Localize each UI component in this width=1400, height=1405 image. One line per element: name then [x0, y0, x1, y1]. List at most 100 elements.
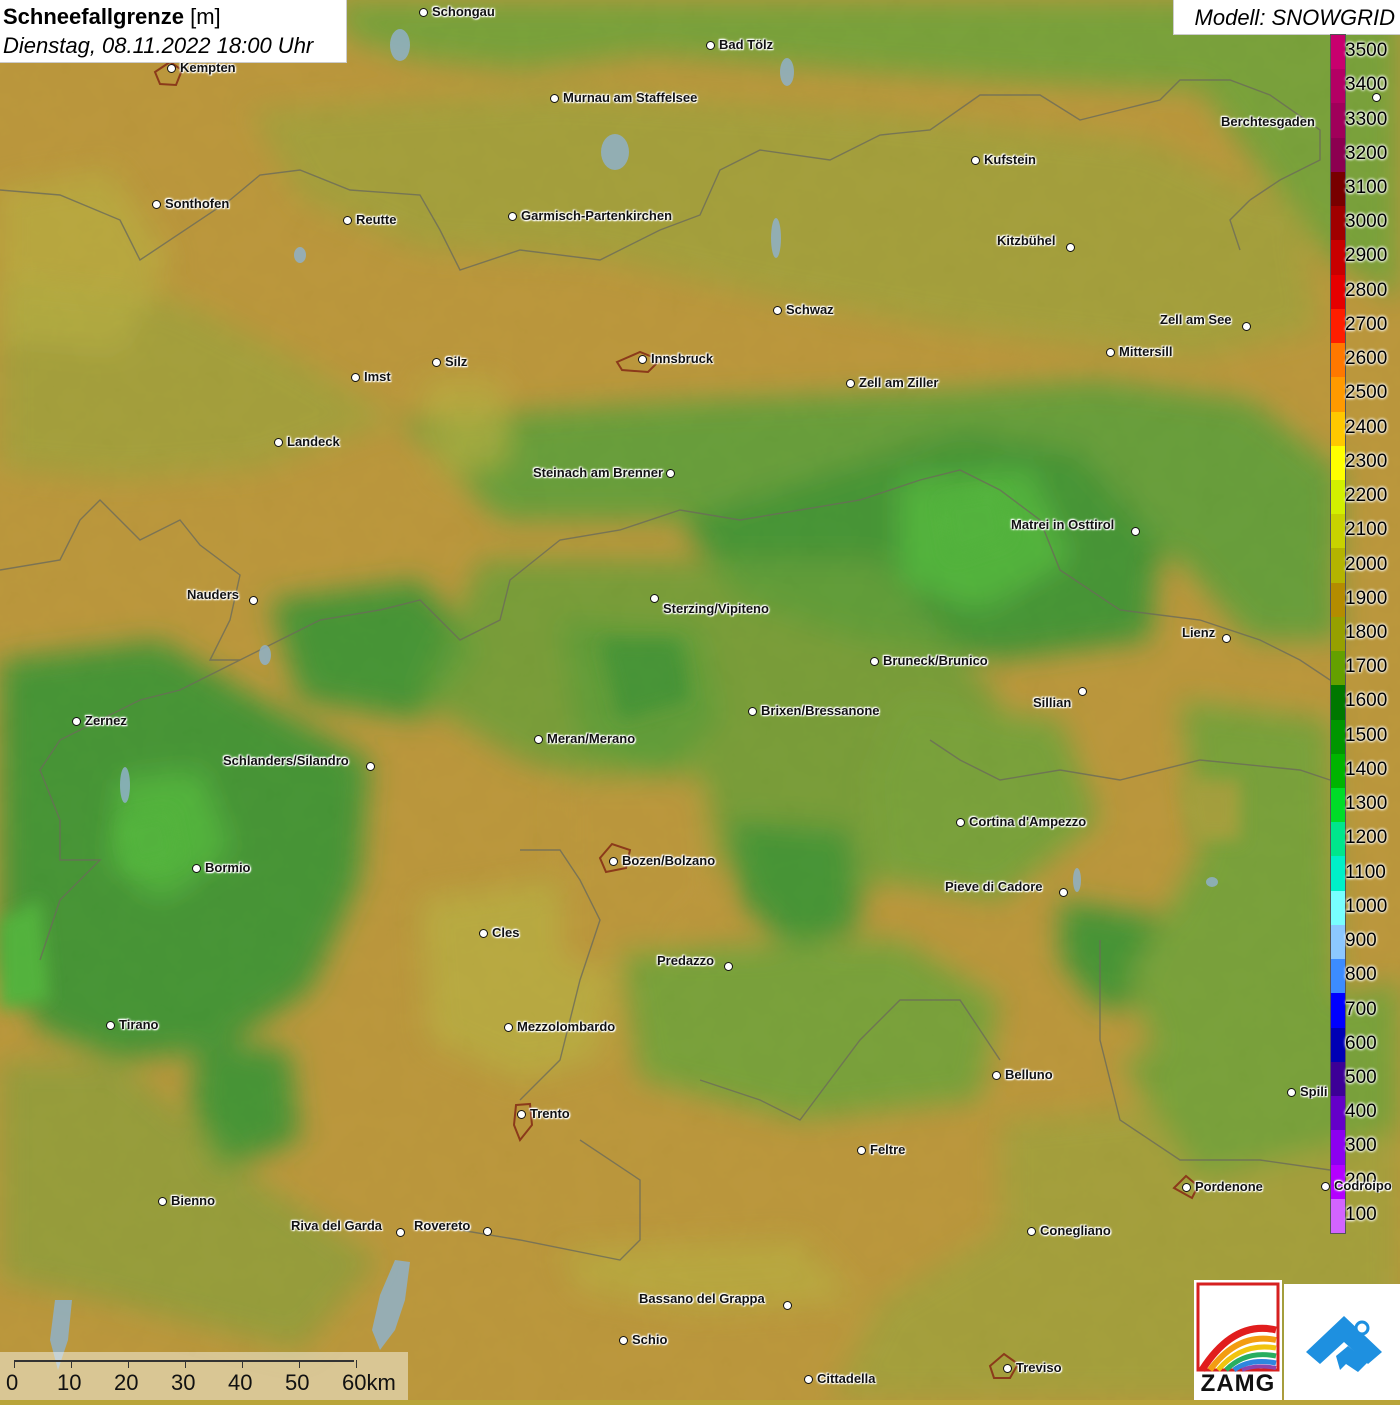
city-marker[interactable] — [1287, 1088, 1296, 1097]
scale-label: 20 — [114, 1370, 139, 1395]
city-marker[interactable] — [1222, 634, 1231, 643]
city-marker[interactable] — [783, 1301, 792, 1310]
city-marker[interactable] — [419, 8, 428, 17]
city-marker[interactable] — [619, 1336, 628, 1345]
legend-color-500 — [1331, 1061, 1345, 1097]
city-marker[interactable] — [971, 156, 980, 165]
city-marker[interactable] — [504, 1023, 513, 1032]
city-label: Zell am See — [1160, 312, 1232, 327]
city-marker[interactable] — [106, 1021, 115, 1030]
city-marker[interactable] — [550, 94, 559, 103]
city-marker[interactable] — [432, 358, 441, 367]
city-label: Tirano — [119, 1017, 159, 1032]
city-label: Bienno — [171, 1193, 216, 1208]
legend-color-1500 — [1331, 719, 1345, 755]
legend-color-3300 — [1331, 103, 1345, 139]
city-marker[interactable] — [534, 735, 543, 744]
zamg-logo-text: ZAMG — [1200, 1370, 1276, 1397]
legend-label-1800: 1800 — [1345, 622, 1388, 643]
legend-color-2400 — [1331, 411, 1345, 447]
city-marker[interactable] — [274, 438, 283, 447]
city-marker[interactable] — [706, 41, 715, 50]
scale-bar: 0 10 20 30 40 50 60km — [0, 1352, 408, 1400]
city-label: Matrei in Osttirol — [1011, 517, 1115, 532]
city-marker[interactable] — [1131, 527, 1140, 536]
city-marker[interactable] — [773, 306, 782, 315]
city-marker[interactable] — [1182, 1183, 1191, 1192]
city-label: Conegliano — [1040, 1223, 1111, 1238]
city-marker[interactable] — [846, 379, 855, 388]
city-label: Predazzo — [657, 953, 715, 968]
city-label: Imst — [364, 369, 391, 384]
city-marker[interactable] — [638, 355, 647, 364]
legend-label-600: 600 — [1345, 1032, 1377, 1054]
color-legend — [1330, 34, 1346, 1234]
legend-label-2700: 2700 — [1345, 313, 1388, 335]
city-label: Schlanders/Silandro — [223, 753, 349, 768]
scale-tick — [356, 1360, 357, 1368]
legend-color-2300 — [1331, 445, 1345, 481]
city-marker[interactable] — [479, 929, 488, 938]
city-label: Cortina d'Ampezzo — [969, 814, 1087, 829]
title-text: Schneefallgrenze — [3, 4, 184, 29]
city-marker[interactable] — [366, 762, 375, 771]
city-marker[interactable] — [72, 717, 81, 726]
city-marker[interactable] — [167, 64, 176, 73]
city-marker[interactable] — [1242, 322, 1251, 331]
city-marker[interactable] — [724, 962, 733, 971]
city-marker[interactable] — [804, 1375, 813, 1384]
city-marker[interactable] — [1066, 243, 1075, 252]
city-marker[interactable] — [1078, 687, 1087, 696]
legend-label-3400: 3400 — [1345, 74, 1388, 96]
city-marker[interactable] — [249, 596, 258, 605]
legend-label-3200: 3200 — [1345, 142, 1388, 164]
city-marker[interactable] — [609, 857, 618, 866]
city-marker[interactable] — [992, 1071, 1001, 1080]
scale-tick — [185, 1360, 186, 1368]
scale-label: 10 — [57, 1370, 82, 1395]
city-marker[interactable] — [748, 707, 757, 716]
city-marker[interactable] — [1059, 888, 1068, 897]
city-marker[interactable] — [1106, 348, 1115, 357]
city-marker[interactable] — [956, 818, 965, 827]
legend-color-1900 — [1331, 582, 1345, 618]
legend-color-2200 — [1331, 479, 1345, 515]
city-marker[interactable] — [508, 212, 517, 221]
city-label: Feltre — [870, 1142, 906, 1157]
city-marker[interactable] — [1027, 1227, 1036, 1236]
legend-label-2400: 2400 — [1345, 416, 1388, 438]
city-label: Cles — [492, 925, 520, 940]
city-marker[interactable] — [1003, 1364, 1012, 1373]
map-datetime: Dienstag, 08.11.2022 18:00 Uhr — [3, 33, 314, 58]
city-label: Pieve di Cadore — [945, 879, 1043, 894]
city-label: Schio — [632, 1332, 668, 1347]
city-marker[interactable] — [1372, 93, 1381, 102]
city-marker[interactable] — [158, 1197, 167, 1206]
legend-label-1900: 1900 — [1345, 587, 1388, 609]
city-marker[interactable] — [857, 1146, 866, 1155]
city-label: Mittersill — [1119, 344, 1173, 359]
city-label: Schwaz — [786, 302, 834, 317]
legend-color-2500 — [1331, 377, 1345, 412]
legend-label-3000: 3000 — [1345, 211, 1388, 233]
snow-logo — [1284, 1284, 1400, 1400]
city-marker[interactable] — [152, 200, 161, 209]
city-marker[interactable] — [351, 373, 360, 382]
city-label: Zernez — [85, 713, 127, 728]
city-marker[interactable] — [343, 216, 352, 225]
city-marker[interactable] — [396, 1228, 405, 1237]
city-marker[interactable] — [192, 864, 201, 873]
city-marker[interactable] — [483, 1227, 492, 1236]
legend-color-900 — [1331, 924, 1345, 960]
city-marker[interactable] — [666, 469, 675, 478]
scale-tick — [128, 1360, 129, 1368]
city-marker[interactable] — [650, 594, 659, 603]
city-marker[interactable] — [517, 1110, 526, 1119]
city-label: Steinach am Brenner — [532, 465, 663, 480]
legend-label-2000: 2000 — [1345, 553, 1388, 575]
legend-color-600 — [1331, 1027, 1345, 1063]
city-marker[interactable] — [870, 657, 879, 666]
legend-label-300: 300 — [1345, 1135, 1377, 1157]
city-marker[interactable] — [1321, 1182, 1330, 1191]
scale-line — [14, 1360, 354, 1362]
